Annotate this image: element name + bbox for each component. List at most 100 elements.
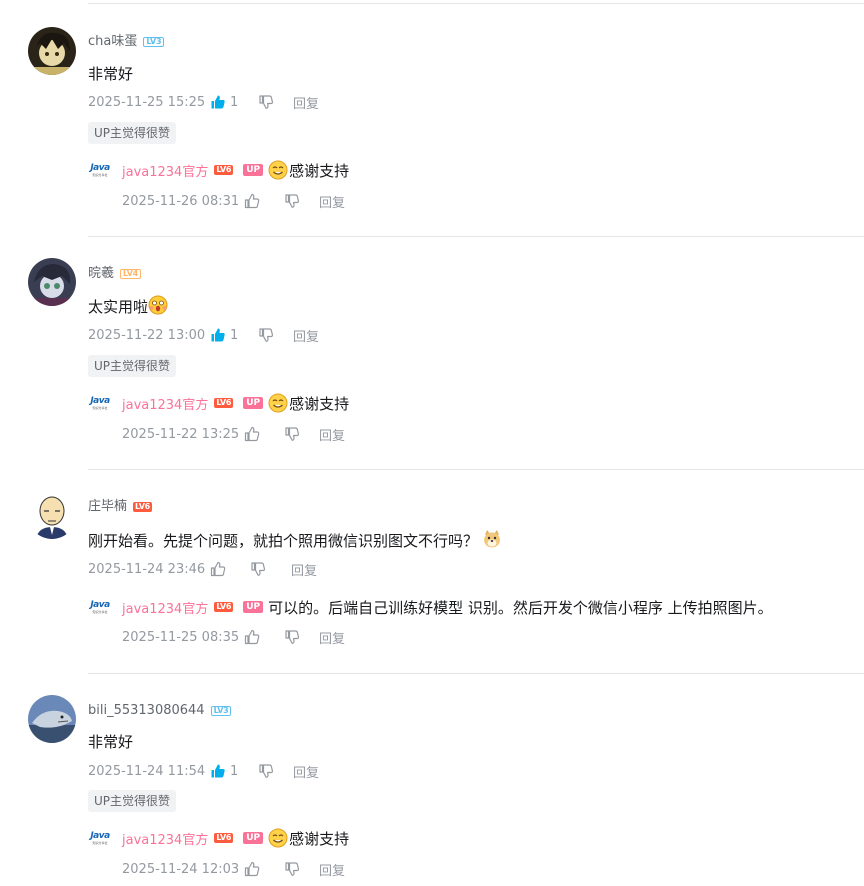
like-button[interactable]: 1 [210,327,258,343]
username[interactable]: 晥羲 LV4 [88,266,141,282]
doge-emoji-icon [484,530,501,548]
comment-text-content: 刚开始看。先提个问题，就拍个照用微信识别图文不行吗？ [88,532,479,550]
like-button[interactable] [244,193,284,209]
level-badge: LV4 [120,269,141,279]
thumb-up-icon [244,861,260,877]
avatar[interactable] [28,27,76,75]
level-badge: LV3 [210,706,232,716]
reply-button[interactable]: 回复 [319,192,345,211]
sub-username[interactable]: java1234官方 [122,161,208,180]
up-liked-tag: UP主觉得很赞 [88,122,177,144]
comment-divider [88,469,864,470]
sub-reply: Java 知识分享社 java1234官方 LV6 UP 感谢支持 [88,826,349,850]
thumb-up-filled-icon [211,95,225,109]
thumb-up-filled-icon [211,328,225,342]
comment-time: 2025-11-24 23:46 [88,561,206,577]
dislike-button[interactable] [250,561,291,577]
sub-avatar[interactable]: Java 知识分享社 [88,158,112,182]
comment-text: 非常好 [88,733,134,751]
sub-username[interactable]: java1234官方 [122,394,208,413]
sub-meta: 2025-11-22 13:25 回复 [122,424,345,444]
thumb-down-icon [259,95,274,109]
thumb-up-icon [244,193,260,209]
level-badge: LV6 [214,398,234,408]
avatar[interactable] [28,491,76,539]
dislike-button[interactable] [258,327,293,343]
sub-reply-text-content: 感谢支持 [289,161,350,180]
username[interactable]: cha味蛋 LV3 [88,34,165,50]
dislike-button[interactable] [258,94,293,110]
like-count: 1 [230,763,239,779]
dislike-button[interactable] [284,629,319,645]
comment-meta: 2025-11-24 23:46 回复 [88,559,317,579]
avatar[interactable] [28,258,76,306]
logo-subtext: 知识分享社 [92,609,108,614]
logo-subtext: 知识分享社 [92,405,108,410]
java-logo-text: Java [90,162,110,173]
up-liked-tag: UP主觉得很赞 [88,790,177,812]
dislike-button[interactable] [284,426,319,442]
sub-reply-text-content: 感谢支持 [289,394,350,413]
comment-meta: 2025-11-22 13:00 1 回复 [88,325,319,345]
like-count: 1 [230,94,239,110]
dislike-button[interactable] [258,763,293,779]
reply-button[interactable]: 回复 [291,560,317,579]
like-button[interactable] [244,426,284,442]
sub-time: 2025-11-22 13:25 [122,426,240,442]
reply-button[interactable]: 回复 [293,93,319,112]
reply-button[interactable]: 回复 [319,860,345,879]
username[interactable]: 庄毕楠 LV6 [88,499,152,515]
dislike-button[interactable] [284,193,319,209]
smile-emoji-icon [268,828,288,848]
comment-meta: 2025-11-24 11:54 1 回复 [88,761,319,781]
up-badge: UP [243,832,264,844]
like-button[interactable]: 1 [210,763,258,779]
sub-reply-text-content: 可以的。后端自己训练好模型 识别。然后开发个微信小程序 上传拍照图片。 [268,598,773,617]
reply-button[interactable]: 回复 [293,326,319,345]
comment-meta: 2025-11-25 15:25 1 回复 [88,92,319,112]
thumb-down-icon [285,194,300,208]
comment-divider [88,236,864,237]
like-button[interactable] [244,861,284,877]
avatar[interactable] [28,695,76,743]
sub-reply-text: 可以的。后端自己训练好模型 识别。然后开发个微信小程序 上传拍照图片。 [268,597,773,618]
dislike-button[interactable] [284,861,319,877]
sub-time: 2025-11-25 08:35 [122,629,240,645]
username-text[interactable]: cha味蛋 [88,34,137,49]
username-text[interactable]: 庄毕楠 [88,499,127,514]
thumb-down-icon [251,562,266,576]
thumb-up-icon [244,426,260,442]
sub-meta: 2025-11-26 08:31 回复 [122,191,345,211]
comment-divider [88,673,864,674]
thumb-up-filled-icon [211,764,225,778]
sub-avatar[interactable]: Java 知识分享社 [88,826,112,850]
username-text[interactable]: 晥羲 [88,266,114,281]
like-button[interactable] [210,561,250,577]
java-logo-text: Java [90,599,110,610]
reply-button[interactable]: 回复 [293,762,319,781]
top-divider [88,3,864,4]
reply-button[interactable]: 回复 [319,425,345,444]
thumb-up-icon [244,629,260,645]
sub-meta: 2025-11-25 08:35 回复 [122,627,345,647]
up-badge: UP [243,164,264,176]
sub-username[interactable]: java1234官方 [122,829,208,848]
comment-text: 非常好 [88,65,134,83]
level-badge: LV6 [214,602,234,612]
sub-meta: 2025-11-24 12:03 回复 [122,859,345,879]
like-button[interactable]: 1 [210,94,258,110]
sub-avatar[interactable]: Java 知识分享社 [88,391,112,415]
thumb-down-icon [285,630,300,644]
level-badge: LV6 [214,833,234,843]
logo-subtext: 知识分享社 [92,840,108,845]
level-badge: LV6 [133,502,152,512]
username[interactable]: bili_55313080644 LV3 [88,703,232,719]
logo-subtext: 知识分享社 [92,172,108,177]
up-liked-tag: UP主觉得很赞 [88,355,177,377]
username-text[interactable]: bili_55313080644 [88,703,205,718]
like-button[interactable] [244,629,284,645]
level-badge: LV3 [143,37,165,47]
reply-button[interactable]: 回复 [319,628,345,647]
sub-username[interactable]: java1234官方 [122,598,208,617]
sub-avatar[interactable]: Java 知识分享社 [88,595,112,619]
